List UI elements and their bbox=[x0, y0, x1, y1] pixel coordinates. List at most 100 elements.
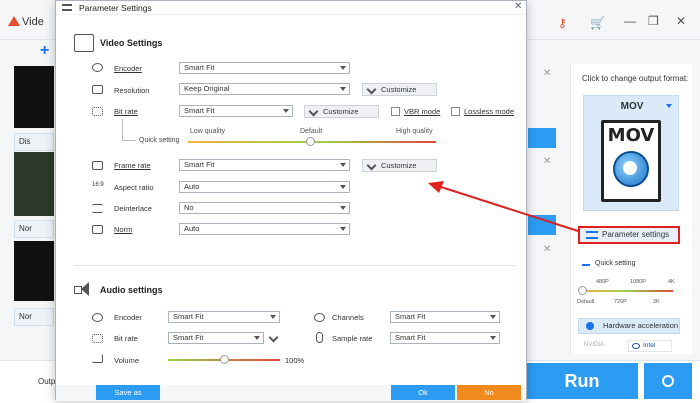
sample-rate-label: Sample rate bbox=[332, 334, 373, 343]
audio-bitrate-select[interactable]: Smart Fit bbox=[168, 332, 264, 344]
hardware-acceleration-label: Hardware acceleration bbox=[603, 321, 679, 330]
minimize-icon[interactable]: — bbox=[624, 14, 636, 28]
mov-format-icon: MOV bbox=[601, 120, 661, 202]
hardware-acceleration-button[interactable]: Hardware acceleration bbox=[578, 318, 680, 334]
bitrate-label[interactable]: Bit rate bbox=[114, 107, 138, 116]
close-icon[interactable]: ✕ bbox=[676, 14, 686, 28]
frame-rate-select[interactable]: Smart Fit bbox=[179, 159, 350, 171]
add-file-button[interactable]: + bbox=[40, 42, 49, 60]
list-item[interactable]: Nor bbox=[14, 220, 54, 238]
parameter-settings-dialog: Parameter Settings ✕ Video Settings Enco… bbox=[55, 0, 527, 401]
close-icon[interactable]: ✕ bbox=[514, 1, 522, 12]
encoder-icon bbox=[92, 63, 103, 72]
output-format-label: Click to change output format: bbox=[582, 74, 689, 83]
chevron-down-icon bbox=[490, 336, 496, 340]
intel-logo: Intel bbox=[628, 340, 672, 352]
deinterlace-value: No bbox=[184, 203, 194, 212]
dialog-title: Parameter Settings bbox=[79, 3, 152, 13]
volume-value: 100% bbox=[285, 356, 305, 365]
resolution-value: Keep Original bbox=[184, 84, 230, 93]
ok-button[interactable]: Ok bbox=[391, 385, 455, 400]
remove-item-icon[interactable]: ✕ bbox=[543, 156, 551, 167]
volume-slider-handle[interactable] bbox=[220, 355, 229, 364]
video-encoder-select[interactable]: Smart Fit bbox=[179, 62, 350, 74]
channels-label: Channels bbox=[332, 313, 364, 322]
quick-setting-slider[interactable] bbox=[583, 290, 673, 292]
deinterlace-select[interactable]: No bbox=[179, 202, 350, 214]
alarm-button[interactable] bbox=[644, 363, 692, 399]
output-format-selector[interactable]: MOV MOV bbox=[583, 95, 679, 211]
frame-rate-label[interactable]: Frame rate bbox=[114, 161, 151, 170]
video-bitrate-select[interactable]: Smart Fit bbox=[179, 105, 293, 117]
speaker-icon bbox=[74, 282, 92, 296]
resolution-select[interactable]: Keep Original bbox=[179, 83, 350, 95]
chevron-down-icon bbox=[270, 315, 276, 319]
bitrate-customize-button[interactable]: Customize bbox=[304, 105, 379, 118]
audio-encoder-select[interactable]: Smart Fit bbox=[168, 311, 280, 323]
frame-rate-value: Smart Fit bbox=[184, 160, 215, 169]
remove-item-icon[interactable]: ✕ bbox=[543, 244, 551, 255]
lossless-mode-checkbox[interactable] bbox=[451, 107, 460, 116]
list-item-highlight bbox=[528, 215, 556, 235]
key-icon[interactable]: ⚷ bbox=[558, 16, 567, 30]
video-thumbnail[interactable] bbox=[14, 152, 54, 216]
tick-label: 2K bbox=[653, 299, 660, 305]
restore-icon[interactable]: ❐ bbox=[648, 14, 659, 28]
video-thumbnail[interactable] bbox=[14, 241, 54, 301]
chevron-down-icon[interactable] bbox=[666, 104, 672, 108]
audio-settings-heading: Audio settings bbox=[100, 285, 163, 295]
resolution-customize-button[interactable]: Customize bbox=[362, 83, 437, 96]
parameter-settings-button[interactable]: Parameter settings bbox=[578, 226, 680, 244]
chip-icon bbox=[586, 322, 594, 330]
section-divider bbox=[74, 265, 516, 266]
volume-icon bbox=[92, 354, 103, 363]
lossless-mode-label[interactable]: Lossless mode bbox=[464, 107, 514, 116]
deinterlace-icon bbox=[92, 204, 103, 213]
aspect-ratio-select[interactable]: Auto bbox=[179, 181, 350, 193]
customize-label: Customize bbox=[323, 107, 359, 116]
chevron-down-icon bbox=[340, 227, 346, 231]
norm-select[interactable]: Auto bbox=[179, 223, 350, 235]
dash-icon bbox=[582, 264, 590, 266]
pencil-icon bbox=[268, 332, 279, 343]
sample-rate-select[interactable]: Smart Fit bbox=[390, 332, 500, 344]
default-quality-label: Default bbox=[300, 128, 323, 135]
pencil-icon bbox=[366, 160, 377, 171]
quality-slider-handle[interactable] bbox=[306, 137, 315, 146]
resolution-label: Resolution bbox=[114, 86, 150, 95]
norm-label[interactable]: Norm bbox=[114, 225, 132, 234]
audio-bitrate-label: Bit rate bbox=[114, 334, 138, 343]
parameter-settings-label: Parameter settings bbox=[602, 230, 670, 239]
remove-item-icon[interactable]: ✕ bbox=[543, 68, 551, 79]
no-button[interactable]: No bbox=[457, 385, 521, 400]
chevron-down-icon bbox=[254, 336, 260, 340]
norm-value: Auto bbox=[184, 224, 200, 233]
dialog-titlebar: Parameter Settings ✕ bbox=[56, 1, 526, 15]
microphone-icon bbox=[316, 332, 323, 343]
app-logo-icon bbox=[8, 16, 20, 26]
vbr-mode-checkbox[interactable] bbox=[391, 107, 400, 116]
tick-label: 720P bbox=[614, 299, 627, 305]
encoder-label[interactable]: Encoder bbox=[114, 64, 142, 73]
film-icon bbox=[74, 34, 94, 52]
audio-bitrate-edit-button[interactable] bbox=[268, 332, 280, 344]
slider-handle[interactable] bbox=[578, 286, 587, 295]
chevron-down-icon bbox=[490, 315, 496, 319]
channels-select[interactable]: Smart Fit bbox=[390, 311, 500, 323]
list-item[interactable]: Nor bbox=[14, 308, 54, 326]
video-encoder-value: Smart Fit bbox=[184, 63, 215, 72]
aspect-ratio-value: Auto bbox=[184, 182, 200, 191]
chevron-down-icon bbox=[340, 66, 346, 70]
bitrate-icon bbox=[92, 107, 103, 116]
list-item[interactable]: Dis bbox=[14, 133, 54, 151]
video-thumbnail[interactable] bbox=[14, 66, 54, 128]
save-as-button[interactable]: Save as bbox=[96, 385, 160, 400]
settings-icon bbox=[62, 4, 72, 11]
item-label: Dis bbox=[19, 137, 31, 146]
vbr-mode-label[interactable]: VBR mode bbox=[404, 107, 440, 116]
frame-rate-customize-button[interactable]: Customize bbox=[362, 159, 437, 172]
deinterlace-label: Deinterlace bbox=[114, 204, 152, 213]
tick-label: Default bbox=[577, 299, 595, 305]
run-button[interactable]: Run bbox=[526, 363, 638, 399]
cart-icon[interactable]: 🛒 bbox=[590, 16, 605, 30]
